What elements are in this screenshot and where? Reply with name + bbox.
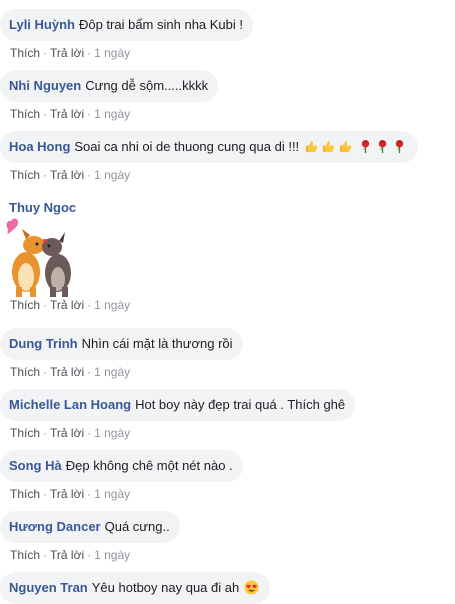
like-link[interactable]: Thích (10, 298, 40, 312)
comment-text: Nhìn cái mặt là thương rồi (81, 336, 233, 351)
comment: Thuy Ngoc (0, 200, 76, 216)
comment-actions-row: Thích · Trả lời · 1 ngày (0, 297, 130, 313)
comment-text: Cưng dễ sộm.....kkkk (85, 78, 209, 93)
separator: · (43, 365, 48, 379)
like-link[interactable]: Thích (10, 426, 40, 440)
timestamp[interactable]: 1 ngày (94, 426, 130, 440)
comment-author[interactable]: Nhi Nguyen (9, 78, 81, 93)
heart-eyes-icon (244, 580, 259, 595)
timestamp[interactable]: 1 ngày (94, 548, 130, 562)
reply-link[interactable]: Trả lời (50, 298, 84, 312)
comment-bubble: Nguyen Tran Yêu hotboy nay qua đi ah (0, 572, 270, 604)
comment-bubble: Hương Dancer Quá cưng.. (0, 511, 180, 543)
comment-bubble: Dung Trinh Nhìn cái mặt là thương rồi (0, 328, 243, 360)
comment-text: Soai ca nhi oi de thuong cung qua di !!! (74, 139, 300, 154)
comment: Hương Dancer Quá cưng.. Thích · Trả lời · 1 n… (0, 511, 180, 563)
comment-actions: Thích · Trả lời · 1 ngày (0, 547, 180, 563)
separator: · (87, 107, 92, 121)
comment-author[interactable]: Lyli Huỳnh (9, 17, 75, 32)
separator: · (87, 365, 92, 379)
comment-author[interactable]: Song Hà (9, 458, 62, 473)
comment-actions: Thích · Trả lời · 1 ngày (0, 45, 253, 61)
timestamp[interactable]: 1 ngày (94, 487, 130, 501)
like-link[interactable]: Thích (10, 487, 40, 501)
comment-actions: Thích · Trả lời · 1 ngày (0, 425, 355, 441)
separator: · (43, 426, 48, 440)
comment: Dung Trinh Nhìn cái mặt là thương rồi Thí… (0, 328, 243, 380)
like-link[interactable]: Thích (10, 107, 40, 121)
dogs-kissing-sticker[interactable] (4, 217, 80, 297)
comment: Hoa Hong Soai ca nhi oi de thuong cung qu… (0, 131, 419, 183)
comment-bubble: Nhi Nguyen Cưng dễ sộm.....kkkk (0, 70, 219, 102)
separator: · (43, 46, 48, 60)
comment: Song Hà Đẹp không chê một nét nào . Thích… (0, 450, 243, 502)
rose-icon (362, 139, 370, 154)
reply-link[interactable]: Trả lời (50, 46, 84, 60)
comment: Nguyen Tran Yêu hotboy nay qua đi ah (0, 572, 270, 604)
reply-link[interactable]: Trả lời (50, 107, 84, 121)
separator: · (87, 298, 92, 312)
comment-bubble: Song Hà Đẹp không chê một nét nào . (0, 450, 243, 482)
reply-link[interactable]: Trả lời (50, 168, 84, 182)
comment-author[interactable]: Hương Dancer (9, 519, 101, 534)
like-link[interactable]: Thích (10, 548, 40, 562)
comment-actions: Thích · Trả lời · 1 ngày (0, 106, 218, 122)
separator: · (43, 107, 48, 121)
separator: · (43, 548, 48, 562)
separator: · (43, 168, 48, 182)
timestamp[interactable]: 1 ngày (94, 298, 130, 312)
comment-author[interactable]: Thuy Ngoc (0, 200, 76, 216)
comment: Michelle Lan Hoang Hot boy này đẹp trai q… (0, 389, 356, 441)
comment: Lyli Huỳnh Đôp trai bẩm sinh nha Kubi ! T… (0, 9, 254, 61)
like-link[interactable]: Thích (10, 365, 40, 379)
thumbs-up-icon (305, 140, 318, 153)
separator: · (87, 426, 92, 440)
comment-actions: Thích · Trả lời · 1 ngày (0, 167, 418, 183)
separator: · (87, 168, 92, 182)
timestamp[interactable]: 1 ngày (94, 107, 130, 121)
thumbs-up-icon (339, 140, 352, 153)
comment-author[interactable]: Hoa Hong (9, 139, 70, 154)
timestamp[interactable]: 1 ngày (94, 365, 130, 379)
comment-author[interactable]: Michelle Lan Hoang (9, 397, 131, 412)
comment: Nhi Nguyen Cưng dễ sộm.....kkkk Thích · Trả… (0, 70, 219, 122)
comment-author[interactable]: Dung Trinh (9, 336, 78, 351)
like-link[interactable]: Thích (10, 46, 40, 60)
separator: · (87, 548, 92, 562)
comment-author[interactable]: Nguyen Tran (9, 580, 88, 595)
comment-actions: Thích · Trả lời · 1 ngày (0, 364, 243, 380)
comment-actions: Thích · Trả lời · 1 ngày (0, 297, 130, 313)
comment-bubble: Lyli Huỳnh Đôp trai bẩm sinh nha Kubi ! (0, 9, 254, 41)
comment-bubble: Hoa Hong Soai ca nhi oi de thuong cung qu… (0, 131, 419, 163)
reply-link[interactable]: Trả lời (50, 548, 84, 562)
reply-link[interactable]: Trả lời (50, 487, 84, 501)
comment-bubble: Michelle Lan Hoang Hot boy này đẹp trai q… (0, 389, 356, 421)
like-link[interactable]: Thích (10, 168, 40, 182)
rose-icon (396, 139, 404, 154)
rose-icon (379, 139, 387, 154)
separator: · (43, 487, 48, 501)
comment-text: Yêu hotboy nay qua đi ah (91, 580, 240, 595)
comment-text: Đẹp không chê một nét nào . (65, 458, 233, 473)
timestamp[interactable]: 1 ngày (94, 46, 130, 60)
comment-actions: Thích · Trả lời · 1 ngày (0, 486, 243, 502)
separator: · (43, 298, 48, 312)
timestamp[interactable]: 1 ngày (94, 168, 130, 182)
comment-text: Quá cưng.. (104, 519, 170, 534)
thumbs-up-icon (322, 140, 335, 153)
comment-text: Hot boy này đẹp trai quá . Thích ghê (135, 397, 346, 412)
separator: · (87, 487, 92, 501)
reply-link[interactable]: Trả lời (50, 426, 84, 440)
comment-text: Đôp trai bẩm sinh nha Kubi ! (78, 17, 244, 32)
reply-link[interactable]: Trả lời (50, 365, 84, 379)
separator: · (87, 46, 92, 60)
